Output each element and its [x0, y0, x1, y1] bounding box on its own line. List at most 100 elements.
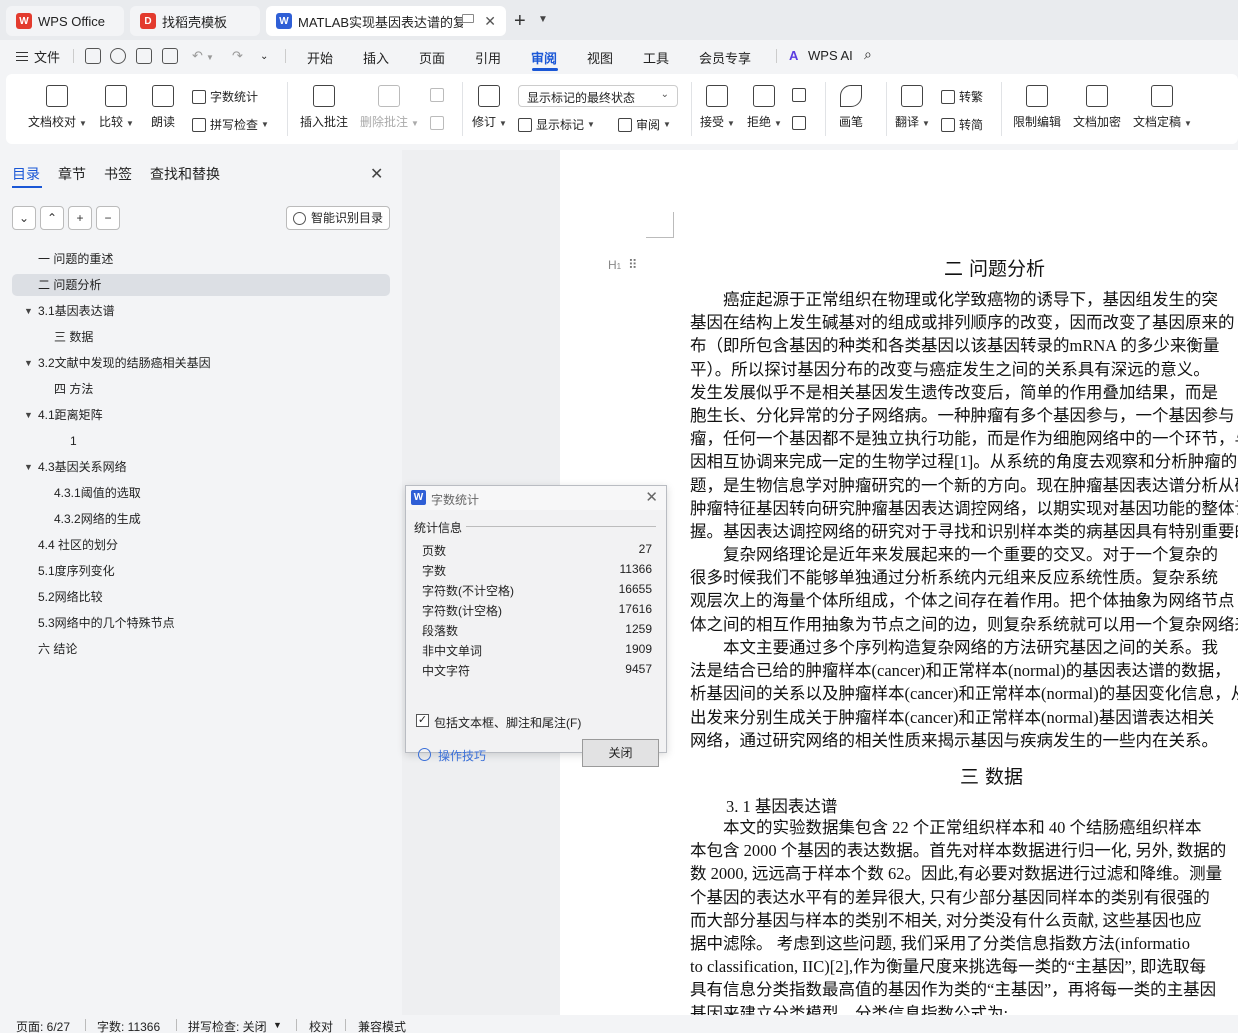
expand-arrow-icon[interactable]: ▼	[24, 456, 33, 478]
menu-page[interactable]: 页面	[419, 48, 445, 67]
compare-button[interactable]: 比较 ▼	[99, 85, 134, 130]
previous-change-icon[interactable]	[792, 88, 810, 102]
expand-arrow-icon[interactable]: ▼	[24, 352, 33, 374]
to-traditional-button[interactable]: 转繁	[941, 88, 983, 105]
undo-icon[interactable]: ↶	[192, 48, 203, 64]
menu-insert[interactable]: 插入	[363, 48, 389, 67]
tab-wps-office[interactable]: W WPS Office	[6, 6, 124, 36]
menu-review[interactable]: 审阅	[531, 48, 557, 67]
toc-item[interactable]: 4.4 社区的划分	[12, 534, 390, 556]
track-changes-button[interactable]: 修订 ▼	[472, 85, 507, 130]
toc-item[interactable]: ▼ 4.1距离矩阵	[12, 404, 390, 426]
chevron-down-icon[interactable]: ▼	[273, 1020, 282, 1030]
word-count-button[interactable]: 字数统计	[192, 88, 258, 105]
nav-tab-find-replace[interactable]: 查找和替换	[150, 164, 220, 184]
print-icon[interactable]	[136, 48, 152, 64]
save-icon[interactable]	[85, 48, 101, 64]
reject-button[interactable]: 拒绝 ▼	[747, 85, 782, 130]
toc-item[interactable]: 5.1度序列变化	[12, 560, 390, 582]
add-heading-button[interactable]: +	[68, 206, 92, 230]
markup-mode-select[interactable]: 显示标记的最终状态 ⌄	[518, 85, 678, 107]
share-icon[interactable]	[110, 48, 126, 64]
doc-paragraph: 本文主要通过多个序列构造复杂网络的方法研究基因之间的关系。我 法是结合已给的肿瘤样…	[690, 636, 1238, 752]
toc-item[interactable]: ▼ 3.2文献中发现的结肠癌相关基因	[12, 352, 390, 374]
redo-icon[interactable]: ↷	[232, 48, 243, 64]
encrypt-button[interactable]: 文档加密	[1073, 85, 1121, 130]
more-chevron-icon[interactable]: ⌄	[260, 51, 268, 62]
word-count-status[interactable]: 字数: 11366	[97, 1018, 160, 1033]
toc-item[interactable]: ▼ 4.3基因关系网络	[12, 456, 390, 478]
close-tab-icon[interactable]: ✕	[484, 13, 496, 30]
remove-heading-button[interactable]: −	[96, 206, 120, 230]
tips-link[interactable]: 操作技巧	[438, 747, 486, 764]
doc-check-icon	[46, 85, 69, 107]
heading-level-icon[interactable]: H1	[608, 258, 621, 272]
accept-button[interactable]: 接受 ▼	[700, 85, 735, 130]
doc-check-button[interactable]: 文档校对 ▼	[28, 85, 87, 130]
menu-wps-ai[interactable]: WPS AI	[808, 48, 853, 63]
nav-tab-toc[interactable]: 目录	[12, 164, 40, 184]
translate-button[interactable]: 翻译 ▼	[895, 85, 930, 130]
undo-dropdown-icon[interactable]: ▼	[206, 53, 214, 62]
text-line: 体之间的相互作用抽象为节点之间的边，则复杂系统就可以用一个复杂网络来	[690, 614, 1238, 634]
finalize-label: 文档定稿	[1133, 115, 1182, 129]
finalize-button[interactable]: 文档定稿 ▼	[1133, 85, 1192, 130]
chevron-down-icon[interactable]: ▼	[538, 14, 548, 25]
toc-item[interactable]: 六 结论	[12, 638, 390, 660]
ribbon-divider	[825, 82, 826, 136]
toc-item[interactable]: 四 方法	[12, 378, 390, 400]
insert-comment-button[interactable]: 插入批注	[300, 85, 348, 130]
menu-home[interactable]: 开始	[307, 48, 333, 67]
dialog-close-button[interactable]: 关闭	[582, 739, 659, 767]
smart-toc-button[interactable]: 智能识别目录	[286, 206, 390, 230]
close-icon[interactable]: ✕	[645, 488, 658, 506]
proofread-status[interactable]: 校对	[309, 1018, 333, 1033]
menu-view[interactable]: 视图	[587, 48, 613, 67]
file-menu[interactable]: 文件	[16, 47, 60, 66]
previous-comment-icon[interactable]	[430, 88, 448, 102]
toc-item[interactable]: 4.3.1阈值的选取	[12, 482, 390, 504]
menu-member[interactable]: 会员专享	[699, 48, 751, 67]
new-tab-icon[interactable]: +	[514, 10, 526, 33]
toc-item[interactable]: 三 数据	[12, 326, 390, 348]
menu-tools[interactable]: 工具	[643, 48, 669, 67]
toc-item[interactable]: 二 问题分析	[12, 274, 390, 296]
nav-tab-chapters[interactable]: 章节	[58, 164, 86, 184]
spell-check-status[interactable]: 拼写检查: 关闭	[188, 1018, 267, 1033]
toc-item[interactable]: 1	[12, 430, 390, 452]
restrict-edit-button[interactable]: 限制编辑	[1013, 85, 1061, 130]
text-line: 出发来分别生成关于肿瘤样本(cancer)和正常样本(normal)基因谱表达相…	[690, 707, 1215, 727]
dialog-title-bar[interactable]: W 字数统计 ✕	[406, 486, 666, 510]
toc-item[interactable]: ▼ 3.1基因表达谱	[12, 300, 390, 322]
print-preview-icon[interactable]	[162, 48, 178, 64]
pen-button[interactable]: 画笔	[839, 85, 863, 130]
page-indicator[interactable]: 页面: 6/27	[16, 1018, 70, 1033]
expand-arrow-icon[interactable]: ▼	[24, 300, 33, 322]
spell-check-button[interactable]: 拼写检查 ▼	[192, 116, 269, 133]
toc-item[interactable]: 一 问题的重述	[12, 248, 390, 270]
monitor-icon[interactable]	[462, 14, 474, 23]
tab-docer-templates[interactable]: D 找稻壳模板	[130, 6, 260, 36]
include-textbox-checkbox[interactable]: ✓	[416, 714, 429, 727]
search-icon[interactable]: ⌕	[864, 46, 872, 63]
toc-item[interactable]: 4.3.2网络的生成	[12, 508, 390, 530]
read-aloud-button[interactable]: 朗读	[151, 85, 175, 130]
show-markup-button[interactable]: 显示标记 ▼	[518, 116, 595, 133]
delete-comment-button[interactable]: 删除批注 ▼	[360, 85, 419, 130]
next-comment-icon[interactable]	[430, 116, 448, 130]
nav-tab-bookmarks[interactable]: 书签	[104, 164, 132, 184]
text-line: 观层次上的海量个体所组成，个体之间存在着作用。把个体抽象为网络节点	[690, 591, 1235, 611]
expand-arrow-icon[interactable]: ▼	[24, 404, 33, 426]
menu-references[interactable]: 引用	[475, 48, 501, 67]
close-pane-icon[interactable]: ✕	[370, 164, 383, 184]
tab-document[interactable]: W MATLAB实现基因表达谱的复 ✕	[266, 6, 506, 36]
expand-all-button[interactable]: ⌄	[12, 206, 36, 230]
collapse-all-button[interactable]: ⌃	[40, 206, 64, 230]
to-simplified-button[interactable]: 转简	[941, 116, 983, 133]
toc-item[interactable]: 5.3网络中的几个特殊节点	[12, 612, 390, 634]
drag-handle-icon[interactable]: ⠿	[628, 257, 637, 273]
next-change-icon[interactable]	[792, 116, 810, 130]
to-traditional-icon	[941, 89, 955, 104]
review-pane-button[interactable]: 审阅 ▼	[618, 116, 671, 133]
toc-item[interactable]: 5.2网络比较	[12, 586, 390, 608]
